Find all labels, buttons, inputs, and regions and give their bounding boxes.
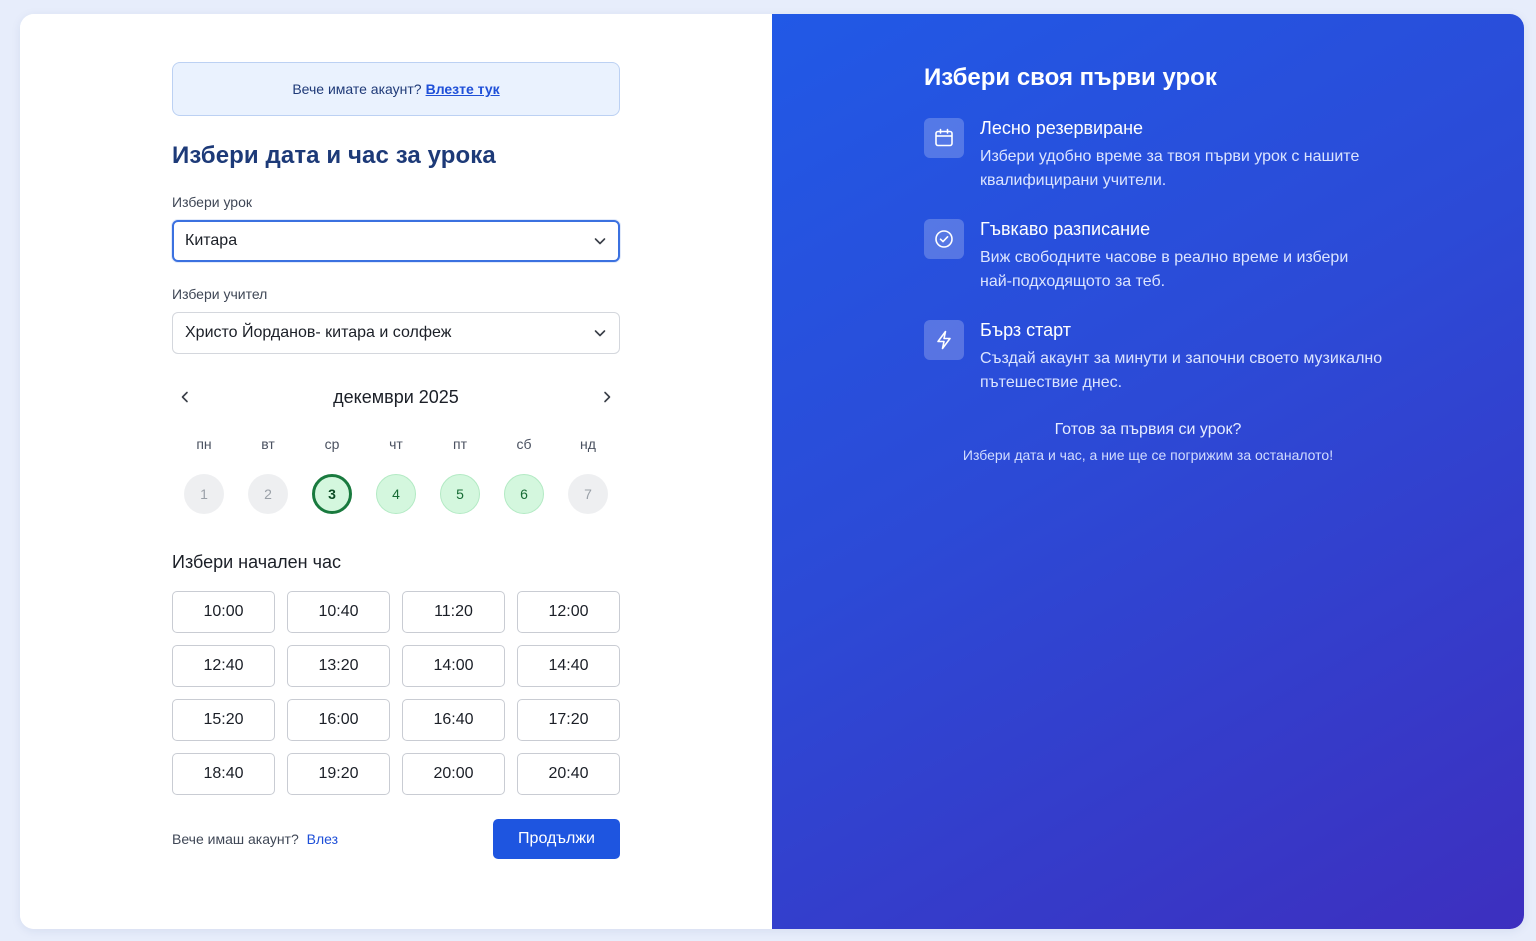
- lesson-label: Избери урок: [172, 194, 253, 210]
- page-title: Избери дата и час за урока: [172, 142, 496, 169]
- calendar-days: 1 2 3 4 5 6 7: [172, 474, 620, 514]
- feature-quick-start: Бърз старт Създай акаунт за минути и зап…: [924, 320, 1384, 395]
- calendar-icon: [924, 118, 964, 158]
- time-slot-button[interactable]: 10:00: [172, 591, 275, 633]
- feature-description: Създай акаунт за минути и започни своето…: [980, 350, 1383, 391]
- time-slot-button[interactable]: 16:00: [287, 699, 390, 741]
- feature-easy-booking: Лесно резервиране Избери удобно време за…: [924, 118, 1384, 193]
- info-content: Избери своя първи урок Лесно резервиране…: [924, 64, 1384, 463]
- check-circle-icon: [924, 219, 964, 259]
- weekday-label: чт: [389, 436, 403, 452]
- feature-body: Лесно резервиране Избери удобно време за…: [980, 118, 1384, 193]
- calendar-weekdays: пн вт ср чт пт сб нд: [172, 436, 620, 452]
- ready-title: Готов за първия си урок?: [1054, 421, 1242, 438]
- chevron-right-icon: [604, 391, 611, 403]
- next-month-button[interactable]: [594, 384, 620, 410]
- lightning-icon: [924, 320, 964, 360]
- time-slot-button[interactable]: 11:20: [402, 591, 505, 633]
- footer-login-text: Вече имаш акаунт?: [172, 831, 299, 847]
- time-slot-button[interactable]: 10:40: [287, 591, 390, 633]
- feature-description: Виж свободните часове в реално време и и…: [980, 249, 1349, 290]
- chevron-down-icon: [594, 238, 606, 245]
- lesson-select-value: Китара: [185, 232, 238, 249]
- teacher-label: Избери учител: [172, 286, 268, 302]
- weekday-label: сб: [516, 436, 532, 452]
- time-slot-button[interactable]: 20:00: [402, 753, 505, 795]
- feature-title: Гъвкаво разписание: [980, 219, 1151, 239]
- footer-login-prompt: Вече имаш акаунт? Влез: [172, 831, 338, 847]
- time-slot-button[interactable]: 12:40: [172, 645, 275, 687]
- lesson-select[interactable]: Китара: [172, 220, 620, 262]
- calendar-month: декември 2025: [333, 386, 459, 407]
- time-section-title: Избери начален час: [172, 552, 341, 572]
- weekday-label: пн: [196, 436, 212, 452]
- chevron-down-icon: [594, 330, 606, 337]
- feature-description: Избери удобно време за твоя първи урок с…: [980, 148, 1360, 189]
- weekday-label: пт: [453, 436, 467, 452]
- time-slot-button[interactable]: 16:40: [402, 699, 505, 741]
- calendar-day-2: 2: [248, 474, 288, 514]
- time-slots: 10:00 10:40 11:20 12:00 12:40 13:20 14:0…: [172, 591, 620, 795]
- time-slot-button[interactable]: 15:20: [172, 699, 275, 741]
- teacher-select[interactable]: Христо Йорданов- китара и солфеж: [172, 312, 620, 354]
- calendar-day-7: 7: [568, 474, 608, 514]
- feature-title: Бърз старт: [980, 320, 1072, 340]
- time-slot-button[interactable]: 13:20: [287, 645, 390, 687]
- prev-month-button[interactable]: [172, 384, 198, 410]
- footer-login-link[interactable]: Влез: [307, 831, 338, 847]
- time-slot-button[interactable]: 20:40: [517, 753, 620, 795]
- continue-button[interactable]: Продължи: [493, 819, 620, 859]
- time-slot-button[interactable]: 14:00: [402, 645, 505, 687]
- calendar-day-5[interactable]: 5: [440, 474, 480, 514]
- time-slot-button[interactable]: 12:00: [517, 591, 620, 633]
- chevron-left-icon: [181, 391, 188, 403]
- ready-subtitle: Избери дата и час, а ние ще се погрижим …: [962, 447, 1334, 463]
- weekday-label: ср: [324, 436, 340, 452]
- login-link[interactable]: Влезте тук: [426, 81, 500, 97]
- booking-card: Вече имате акаунт? Влезте тук Избери дат…: [20, 14, 1524, 929]
- ready-block: Готов за първия си урок? Избери дата и ч…: [924, 421, 1372, 463]
- time-slot-button[interactable]: 18:40: [172, 753, 275, 795]
- calendar-day-1: 1: [184, 474, 224, 514]
- calendar-day-3[interactable]: 3: [312, 474, 352, 514]
- time-slot-button[interactable]: 14:40: [517, 645, 620, 687]
- feature-body: Бърз старт Създай акаунт за минути и зап…: [980, 320, 1384, 395]
- feature-body: Гъвкаво разписание Виж свободните часове…: [980, 219, 1384, 294]
- calendar-day-6[interactable]: 6: [504, 474, 544, 514]
- booking-form-panel: Вече имате акаунт? Влезте тук Избери дат…: [20, 14, 772, 929]
- time-slot-button[interactable]: 19:20: [287, 753, 390, 795]
- calendar-header: декември 2025: [172, 384, 620, 410]
- info-panel: Избери своя първи урок Лесно резервиране…: [772, 14, 1524, 929]
- weekday-label: нд: [580, 436, 596, 452]
- feature-flexible-schedule: Гъвкаво разписание Виж свободните часове…: [924, 219, 1384, 294]
- weekday-label: вт: [261, 436, 275, 452]
- info-title: Избери своя първи урок: [924, 64, 1217, 91]
- form-footer: Вече имаш акаунт? Влез Продължи: [172, 819, 620, 859]
- login-banner-text: Вече имате акаунт?: [292, 81, 422, 97]
- feature-title: Лесно резервиране: [980, 118, 1144, 138]
- login-banner: Вече имате акаунт? Влезте тук: [172, 62, 620, 116]
- booking-form: Вече имате акаунт? Влезте тук Избери дат…: [172, 62, 620, 859]
- calendar-day-4[interactable]: 4: [376, 474, 416, 514]
- teacher-select-value: Христо Йорданов- китара и солфеж: [185, 324, 452, 341]
- time-slot-button[interactable]: 17:20: [517, 699, 620, 741]
